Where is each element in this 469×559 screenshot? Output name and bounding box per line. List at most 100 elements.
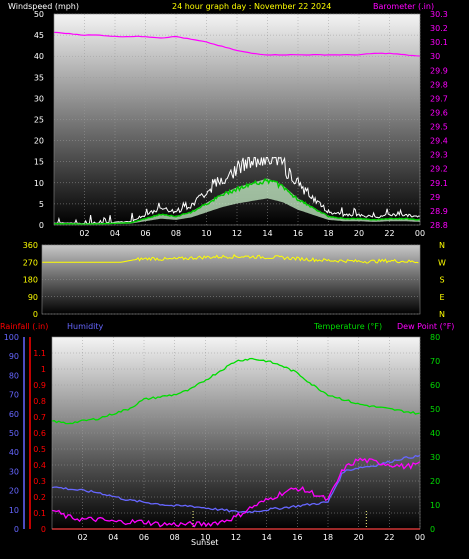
- rainfall-axis-tick-label: 0.7: [33, 413, 46, 422]
- temperature-axis-tick-label: 0: [430, 525, 435, 534]
- rainfall-axis-tick-label: 0.6: [33, 429, 46, 438]
- rainfall-axis-tick-label: 1: [41, 365, 46, 374]
- barometer-axis-tick-label: 29.2: [430, 165, 448, 174]
- humidity-axis-tick-label: 50: [9, 429, 19, 438]
- time-axis-tick-label: 18: [323, 533, 333, 542]
- barometer-axis-tick-label: 29.1: [430, 179, 448, 188]
- rainfall-axis-tick-label: 0.4: [33, 461, 46, 470]
- humidity-axis-tick-label: 40: [9, 448, 19, 457]
- barometer-label: Barometer (.in): [373, 2, 434, 11]
- compass-letter: N: [439, 310, 445, 319]
- time-axis-tick-label: 10: [201, 229, 211, 238]
- direction-axis-tick-label: 360: [23, 241, 38, 250]
- temperature-axis-tick-label: 80: [430, 333, 440, 342]
- humidity-axis-tick-label: 30: [9, 467, 19, 476]
- time-axis-tick-label: 00: [415, 229, 425, 238]
- time-axis-tick-label: 22: [384, 229, 394, 238]
- humidity-axis-tick-label: 100: [4, 333, 19, 342]
- temperature-axis-tick-label: 50: [430, 405, 440, 414]
- barometer-axis-tick-label: 29.6: [430, 108, 448, 117]
- wind-axis-tick-label: 10: [34, 179, 44, 188]
- humidity-label: Humidity: [67, 322, 104, 331]
- barometer-axis-tick-label: 29.5: [430, 123, 448, 132]
- temperature-axis-tick-label: 60: [430, 381, 440, 390]
- time-axis-tick-label: 18: [323, 229, 333, 238]
- chart-title: 24 hour graph day : November 22 2024: [172, 2, 331, 11]
- rainfall-axis-tick-label: 1.1: [33, 349, 46, 358]
- rainfall-axis-tick-label: 0.9: [33, 381, 46, 390]
- barometer-axis-tick-label: 29.3: [430, 151, 448, 160]
- temperature-axis-tick-label: 70: [430, 357, 440, 366]
- time-axis-tick-label: 16: [293, 229, 303, 238]
- compass-letter: S: [439, 276, 444, 285]
- temperature-axis-tick-label: 40: [430, 429, 440, 438]
- humidity-axis-tick-label: 80: [9, 371, 19, 380]
- time-axis-tick-label: 04: [108, 533, 118, 542]
- sunset-label: Sunset: [191, 538, 218, 547]
- rainfall-axis-tick-label: 0.1: [33, 509, 46, 518]
- time-axis-tick-label: 08: [171, 229, 181, 238]
- time-axis-tick-label: 04: [110, 229, 120, 238]
- barometer-axis-tick-label: 29.9: [430, 66, 448, 75]
- time-axis-tick-label: 06: [140, 229, 150, 238]
- rainfall-axis-tick-label: 0.8: [33, 397, 46, 406]
- compass-letter: E: [439, 293, 444, 302]
- wind-axis-tick-label: 30: [34, 94, 44, 103]
- humidity-axis-tick-label: 90: [9, 352, 19, 361]
- barometer-axis-tick-label: 28.8: [430, 221, 448, 230]
- barometer-axis-tick-label: 30.2: [430, 24, 448, 33]
- temperature-axis-tick-label: 30: [430, 453, 440, 462]
- time-axis-tick-label: 22: [384, 533, 394, 542]
- time-axis-tick-label: 00: [415, 533, 425, 542]
- windspeed-label: Windspeed (mph): [8, 2, 79, 11]
- direction-axis-tick-label: 90: [28, 293, 38, 302]
- time-axis-tick-label: 14: [262, 533, 272, 542]
- humidity-axis-tick-label: 10: [9, 506, 19, 515]
- time-axis-tick-label: 20: [354, 229, 364, 238]
- wind-axis-tick-label: 40: [34, 52, 44, 61]
- humidity-axis-tick-label: 0: [14, 525, 19, 534]
- time-axis-tick-label: 12: [231, 533, 241, 542]
- barometer-axis-tick-label: 30.3: [430, 10, 448, 19]
- barometer-axis-tick-label: 29.4: [430, 137, 448, 146]
- wind-axis-tick-label: 50: [34, 10, 44, 19]
- wind-axis-tick-label: 25: [34, 116, 44, 125]
- weather-graph-svg: 0510152025303540455028.828.92929.129.229…: [0, 2, 454, 547]
- barometer-axis-tick-label: 28.9: [430, 207, 448, 216]
- barometer-axis-tick-label: 29: [430, 193, 440, 202]
- direction-axis-tick-label: 0: [33, 310, 38, 319]
- direction-axis-tick-label: 180: [23, 276, 38, 285]
- humidity-axis-tick-label: 60: [9, 410, 19, 419]
- rainfall-axis-tick-label: 0.5: [33, 445, 46, 454]
- wind-axis-tick-label: 35: [34, 73, 44, 82]
- temperature-label: Temperature (°F): [313, 322, 382, 331]
- rainfall-axis-tick-label: 0.3: [33, 477, 46, 486]
- time-axis-tick-label: 08: [170, 533, 180, 542]
- temperature-axis-tick-label: 10: [430, 501, 440, 510]
- barometer-axis-tick-label: 29.7: [430, 94, 448, 103]
- time-axis-tick-label: 06: [139, 533, 149, 542]
- wind-axis-tick-label: 45: [34, 31, 44, 40]
- compass-letter: N: [439, 241, 445, 250]
- humidity-axis-tick-label: 20: [9, 487, 19, 496]
- dewpoint-label: Dew Point (°F): [397, 322, 454, 331]
- time-axis-tick-label: 16: [292, 533, 302, 542]
- wind-axis-tick-label: 5: [39, 200, 44, 209]
- weather-graph: 0 5 10 15 20 25 30 35 40 45 50 28.8 28.9 29 29.1 29.2 29…: [0, 0, 469, 555]
- wind-axis-tick-label: 15: [34, 158, 44, 167]
- time-axis-tick-label: 20: [354, 533, 364, 542]
- temperature-axis-tick-label: 20: [430, 477, 440, 486]
- rainfall-axis-tick-label: 0.2: [33, 493, 46, 502]
- rainfall-label: Rainfall (.in): [0, 322, 48, 331]
- wind-axis-tick-label: 20: [34, 137, 44, 146]
- barometer-axis-tick-label: 30: [430, 52, 440, 61]
- humidity-axis-tick-label: 70: [9, 391, 19, 400]
- compass-letter: W: [438, 258, 446, 267]
- time-axis-tick-label: 12: [232, 229, 242, 238]
- rainfall-axis-tick-label: 0: [41, 525, 46, 534]
- barometer-axis-tick-label: 30.1: [430, 38, 448, 47]
- time-axis-tick-label: 14: [262, 229, 272, 238]
- direction-axis-tick-label: 270: [23, 258, 38, 267]
- time-axis-tick-label: 02: [78, 533, 88, 542]
- time-axis-tick-label: 02: [79, 229, 89, 238]
